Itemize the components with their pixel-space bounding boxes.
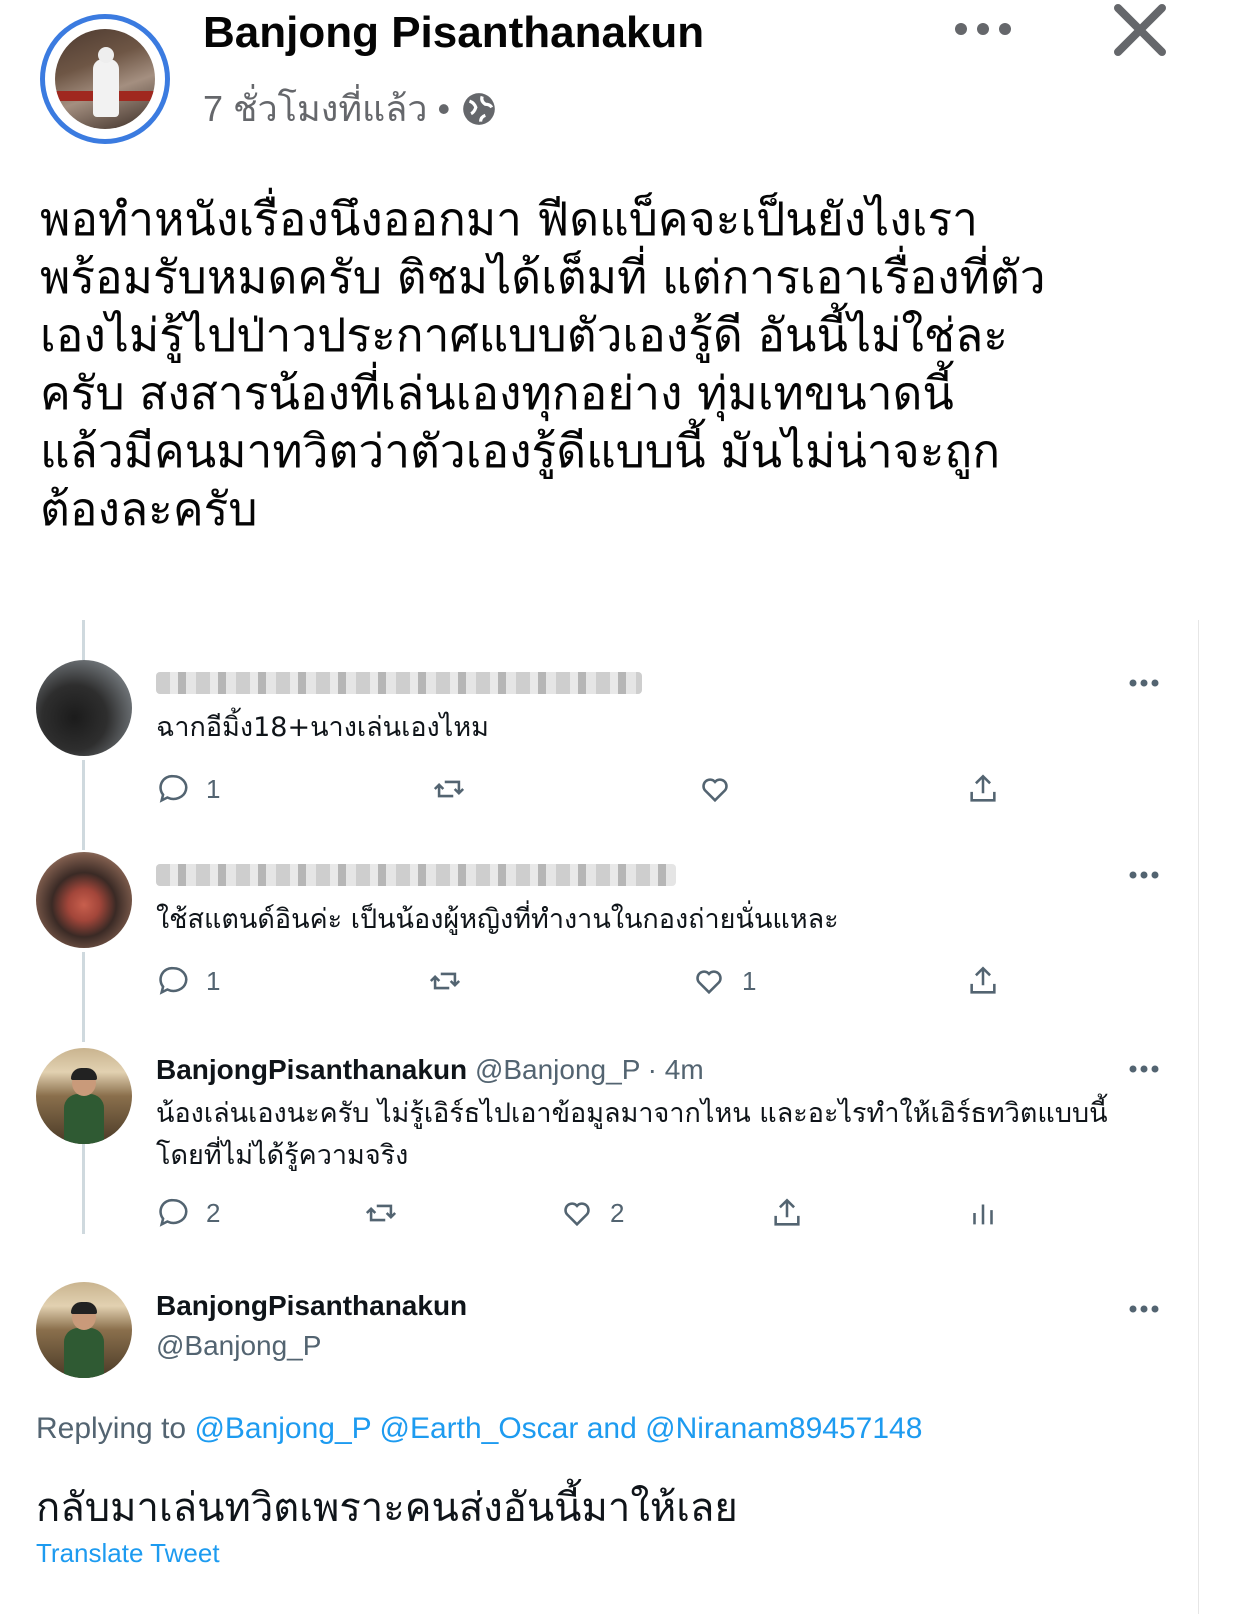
retweet-icon: [429, 972, 461, 990]
heart-icon: [702, 778, 728, 803]
tweet-author-line: BanjongPisanthanakun @Banjong_P · 4m: [156, 1054, 704, 1086]
like-button[interactable]: 2: [560, 1196, 624, 1230]
mention-link[interactable]: @Niranam89457148: [645, 1412, 922, 1445]
avatar[interactable]: [36, 852, 132, 948]
fb-post-header: Banjong Pisanthanakun 7 ชั่วโมงที่แล้ว •: [0, 0, 1242, 150]
heart-icon: [564, 1202, 590, 1227]
tweet-text-line: น้องเล่นเองนะครับ ไม่รู้เอิร์ธไปเอาข้อมู…: [156, 1098, 1108, 1129]
reply-count: 2: [206, 1197, 221, 1228]
analytics-button[interactable]: [966, 1196, 1000, 1230]
share-button[interactable]: [770, 1196, 804, 1230]
analytics-icon: [973, 1204, 993, 1225]
thread-line: [82, 1144, 85, 1234]
blurred-user-handle: [156, 672, 642, 694]
embedded-tweet-screenshot: ฉากอีมิ้ง18+นางเล่นเองไหม 1 ใช้สแตนด์อิน…: [30, 620, 1199, 1614]
blurred-user-handle: [156, 864, 676, 886]
reply-count: 1: [206, 965, 221, 996]
mention-link[interactable]: @Earth_Oscar: [380, 1412, 579, 1445]
avatar-photo: [55, 29, 155, 129]
share-button[interactable]: [966, 964, 1000, 998]
avatar[interactable]: [36, 1282, 132, 1378]
fb-post-meta: 7 ชั่วโมงที่แล้ว •: [203, 80, 498, 137]
fb-author-name[interactable]: Banjong Pisanthanakun: [203, 8, 704, 58]
close-icon[interactable]: [1110, 0, 1170, 60]
tweet-handle-time[interactable]: @Banjong_P · 4m: [475, 1054, 704, 1085]
avatar[interactable]: [36, 1048, 132, 1144]
fb-profile-avatar[interactable]: [40, 14, 170, 144]
more-options-icon[interactable]: [1128, 1304, 1160, 1314]
reply-icon: [159, 774, 188, 803]
tweet-text: ใช้สแตนด์อินค่ะ เป็นน้องผู้หญิงที่ทำงานใ…: [156, 904, 839, 935]
reply-button[interactable]: 2: [156, 1196, 220, 1230]
more-options-icon[interactable]: [1128, 678, 1160, 688]
thread-line: [82, 620, 85, 660]
retweet-button[interactable]: [364, 1196, 398, 1230]
tweet-author-name[interactable]: BanjongPisanthanakun: [156, 1290, 467, 1322]
retweet-icon: [433, 780, 465, 798]
heart-icon: [696, 970, 722, 995]
fb-post-time[interactable]: 7 ชั่วโมงที่แล้ว: [203, 80, 428, 137]
retweet-button[interactable]: [428, 964, 462, 998]
thread-line: [82, 760, 85, 850]
mention-link[interactable]: @Banjong_P: [194, 1412, 371, 1445]
share-icon: [774, 1198, 800, 1226]
share-icon: [970, 774, 996, 802]
reply-icon: [159, 1198, 188, 1227]
more-options-icon[interactable]: [1128, 870, 1160, 880]
meta-separator: •: [437, 87, 451, 129]
thread-line: [82, 952, 85, 1042]
tweet-text-line: โดยที่ไม่ได้รู้ความจริง: [156, 1140, 409, 1171]
tweet-author-name[interactable]: BanjongPisanthanakun: [156, 1054, 467, 1085]
translate-tweet-link[interactable]: Translate Tweet: [36, 1538, 220, 1569]
like-count: 2: [610, 1197, 625, 1228]
retweet-icon: [365, 1204, 397, 1222]
like-count: 1: [742, 965, 757, 996]
more-options-icon[interactable]: [1128, 1064, 1160, 1074]
tweet-text: ฉากอีมิ้ง18+นางเล่นเองไหม: [156, 712, 489, 743]
more-options-icon[interactable]: [952, 14, 1014, 44]
avatar[interactable]: [36, 660, 132, 756]
share-button[interactable]: [966, 772, 1000, 806]
reply-button[interactable]: 1: [156, 964, 220, 998]
share-icon: [970, 966, 996, 994]
reply-icon: [159, 966, 188, 995]
reply-count: 1: [206, 773, 221, 804]
like-button[interactable]: [698, 772, 732, 806]
tweet-handle[interactable]: @Banjong_P: [156, 1330, 321, 1362]
mention-and: and: [586, 1412, 637, 1445]
replying-to: Replying to @Banjong_P @Earth_Oscar and …: [36, 1412, 923, 1445]
fb-post-text: พอทำหนังเรื่องนึงออกมา ฟีดแบ็คจะเป็นยังไ…: [40, 192, 1046, 536]
main-tweet-text: กลับมาเล่นทวิตเพราะคนส่งอันนี้มาให้เลย: [36, 1485, 738, 1531]
globe-icon: [463, 92, 495, 125]
like-button[interactable]: 1: [692, 964, 756, 998]
reply-button[interactable]: 1: [156, 772, 220, 806]
retweet-button[interactable]: [432, 772, 466, 806]
